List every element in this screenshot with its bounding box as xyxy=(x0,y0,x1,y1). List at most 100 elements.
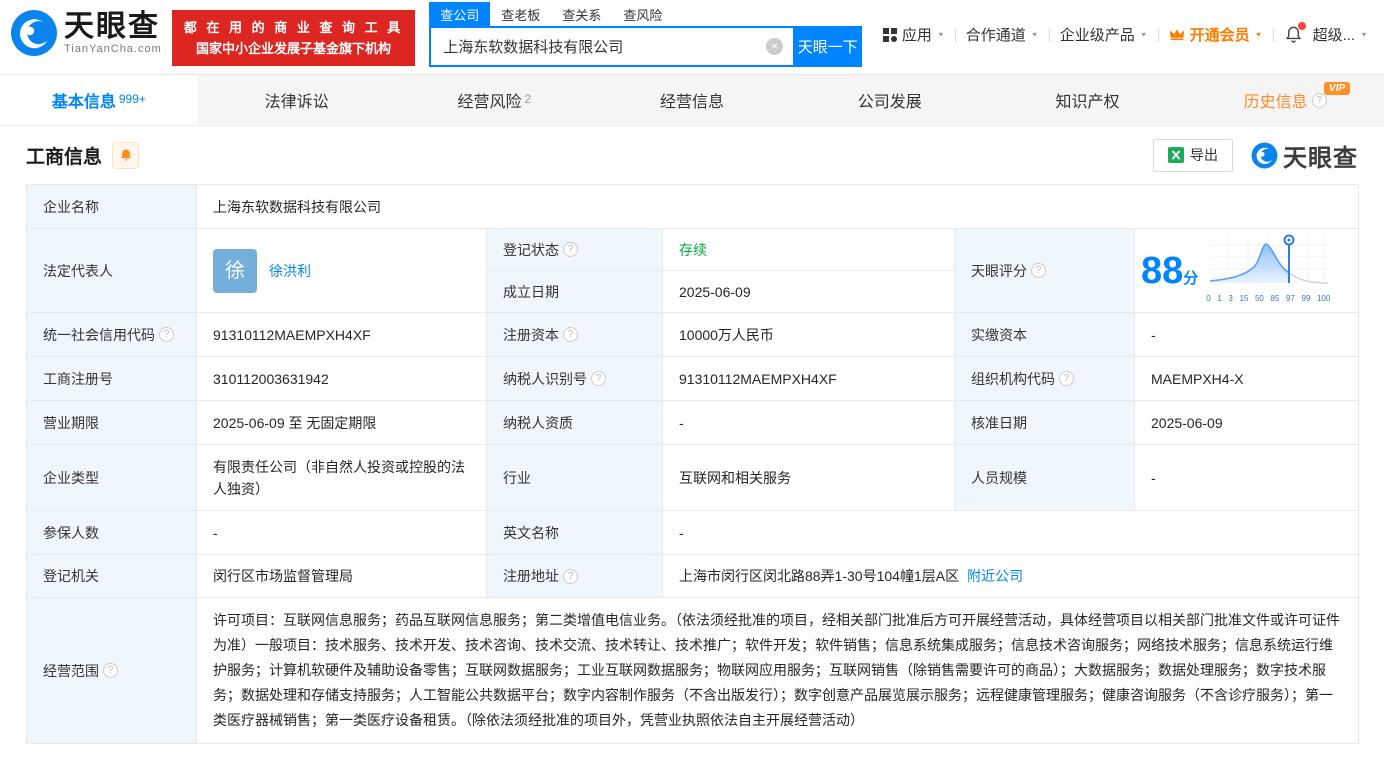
tab-legal-label: 法律诉讼 xyxy=(264,94,329,111)
apps-grid-icon xyxy=(882,27,897,42)
help-icon[interactable]: ? xyxy=(1311,92,1327,108)
english-name-label: 英文名称 xyxy=(487,511,663,555)
search-area: 查公司 查老板 查关系 查风险 × 天眼一下 xyxy=(429,1,863,67)
nav-account-label: 超级... xyxy=(1312,27,1356,44)
slogan-banner: 都 在 用 的 商 业 查 询 工 具 国家中小企业发展子基金旗下机构 xyxy=(171,10,416,66)
main-content: 工商信息 导出 天眼查 企业名称 上海东软数据科技有限公司 法定代表人 徐 徐洪… xyxy=(0,126,1384,744)
section-title: 工商信息 xyxy=(26,146,103,168)
nav-apps[interactable]: 应用 ▼ xyxy=(882,24,945,45)
insured-count-value: - xyxy=(197,511,487,555)
taxpayer-id-label-text: 纳税人识别号 xyxy=(503,370,587,387)
section-header: 工商信息 导出 天眼查 xyxy=(26,126,1358,184)
help-icon[interactable]: ? xyxy=(563,568,578,584)
score-distribution-chart: 0 1 3 15 50 85 97 99 100 xyxy=(1206,231,1332,310)
help-icon[interactable]: ? xyxy=(159,327,174,342)
reg-address-label: 注册地址 ? xyxy=(487,555,663,598)
divider xyxy=(1272,27,1274,42)
divider xyxy=(954,27,956,42)
reg-authority-value: 闵行区市场监督管理局 xyxy=(197,555,487,598)
help-icon[interactable]: ? xyxy=(1059,371,1074,386)
crown-icon xyxy=(1169,29,1184,41)
reg-status-value: 存续 xyxy=(663,229,955,271)
tick: 3 xyxy=(1228,294,1233,303)
tick: 15 xyxy=(1239,294,1249,303)
chevron-down-icon: ▼ xyxy=(1030,30,1039,39)
tick: 100 xyxy=(1316,294,1331,303)
establish-date-value: 2025-06-09 xyxy=(663,271,955,313)
legal-rep-link[interactable]: 徐洪利 xyxy=(269,260,311,282)
help-icon[interactable]: ? xyxy=(103,663,118,678)
notification-bell[interactable] xyxy=(1284,22,1306,44)
approval-date-label: 核准日期 xyxy=(955,401,1135,445)
taxpayer-id-label: 纳税人识别号 ? xyxy=(487,357,663,401)
notification-dot xyxy=(1297,22,1306,30)
search-button[interactable]: 天眼一下 xyxy=(793,26,863,67)
legal-rep-label: 法定代表人 xyxy=(27,229,197,313)
company-name-value: 上海东软数据科技有限公司 xyxy=(197,185,1359,229)
staff-size-value: - xyxy=(1135,445,1359,511)
reg-capital-label: 注册资本 ? xyxy=(487,313,663,357)
tab-ip[interactable]: 知识产权 xyxy=(989,75,1187,125)
score-value: 88 xyxy=(1141,249,1184,292)
excel-icon xyxy=(1168,147,1184,163)
score-unit: 分 xyxy=(1183,269,1199,287)
search-input[interactable] xyxy=(429,26,794,67)
top-header: 天眼查 TianYanCha.com 都 在 用 的 商 业 查 询 工 具 国… xyxy=(0,0,1384,74)
tick: 99 xyxy=(1301,294,1311,303)
company-name-label: 企业名称 xyxy=(27,185,197,229)
tick: 1 xyxy=(1217,294,1222,303)
slogan-line2: 国家中小企业发展子基金旗下机构 xyxy=(196,41,392,56)
chevron-down-icon: ▼ xyxy=(936,30,945,39)
search-bar: × 天眼一下 xyxy=(429,26,863,67)
export-button[interactable]: 导出 xyxy=(1153,138,1233,172)
watermark-logo: 天眼查 xyxy=(1251,138,1358,173)
company-tabbar: 基本信息 999+ 法律诉讼 经营风险 2 经营信息 公司发展 知识产权 历史信… xyxy=(0,74,1384,126)
credit-code-value: 91310112MAEMPXH4XF xyxy=(197,313,487,357)
tab-legal[interactable]: 法律诉讼 xyxy=(198,75,396,125)
search-tab-company[interactable]: 查公司 xyxy=(429,1,491,27)
tab-development[interactable]: 公司发展 xyxy=(791,75,989,125)
credit-code-label: 统一社会信用代码 ? xyxy=(27,313,197,357)
logo-text: 天眼查 TianYanCha.com xyxy=(64,11,162,56)
business-scope-value: 许可项目：互联网信息服务；药品互联网信息服务；第二类增值电信业务。（依法须经批准… xyxy=(197,598,1359,744)
company-type-label: 企业类型 xyxy=(27,445,197,511)
nearby-companies-link[interactable]: 附近公司 xyxy=(967,565,1023,587)
help-icon[interactable]: ? xyxy=(563,327,578,342)
search-tab-relation[interactable]: 查关系 xyxy=(551,2,612,27)
tick: 85 xyxy=(1270,294,1280,303)
business-term-value: 2025-06-09 至 无固定期限 xyxy=(197,401,487,445)
tianyancha-logo[interactable]: 天眼查 TianYanCha.com xyxy=(10,9,162,57)
nav-apps-label: 应用 xyxy=(901,27,932,44)
search-input-box: × xyxy=(429,26,794,67)
approval-date-value: 2025-06-09 xyxy=(1135,401,1359,445)
search-tab-boss[interactable]: 查老板 xyxy=(490,2,551,27)
subscribe-bell-button[interactable] xyxy=(112,141,140,169)
business-info-table: 企业名称 上海东软数据科技有限公司 法定代表人 徐 徐洪利 登记状态 ? 存续 … xyxy=(26,184,1359,744)
score-cell[interactable]: 88分 0 1 3 15 50 85 97 99 100 xyxy=(1135,229,1359,313)
nav-enterprise[interactable]: 企业级产品 ▼ xyxy=(1060,24,1148,45)
reg-authority-label: 登记机关 xyxy=(27,555,197,598)
legal-rep-avatar[interactable]: 徐 xyxy=(213,248,257,293)
search-tab-risk[interactable]: 查风险 xyxy=(612,2,673,27)
nav-account[interactable]: 超级... ▼ xyxy=(1313,24,1368,45)
tab-basic-info[interactable]: 基本信息 999+ xyxy=(0,75,198,125)
divider xyxy=(1157,27,1159,42)
reg-address-value: 上海市闵行区闵北路88弄1-30号104幢1层A区 xyxy=(679,568,960,584)
export-label: 导出 xyxy=(1190,147,1218,163)
business-scope-label: 经营范围 ? xyxy=(27,598,197,744)
tab-history-label: 历史信息 xyxy=(1243,94,1308,111)
business-term-label: 营业期限 xyxy=(27,401,197,445)
tab-risk[interactable]: 经营风险 2 xyxy=(395,75,593,125)
help-icon[interactable]: ? xyxy=(1031,263,1046,278)
nav-vip[interactable]: 开通会员 ▼ xyxy=(1169,24,1263,45)
tab-basic-info-badge: 999+ xyxy=(118,92,146,106)
help-icon[interactable]: ? xyxy=(591,371,606,386)
tab-history[interactable]: 历史信息 ? VIP xyxy=(1186,75,1384,125)
tab-operating-info[interactable]: 经营信息 xyxy=(593,75,791,125)
taxpayer-quality-label: 纳税人资质 xyxy=(487,401,663,445)
score-curve xyxy=(1210,234,1329,284)
nav-partner[interactable]: 合作通道 ▼ xyxy=(966,24,1039,45)
bell-icon xyxy=(120,149,131,161)
divider xyxy=(1048,27,1050,42)
help-icon[interactable]: ? xyxy=(563,242,578,257)
